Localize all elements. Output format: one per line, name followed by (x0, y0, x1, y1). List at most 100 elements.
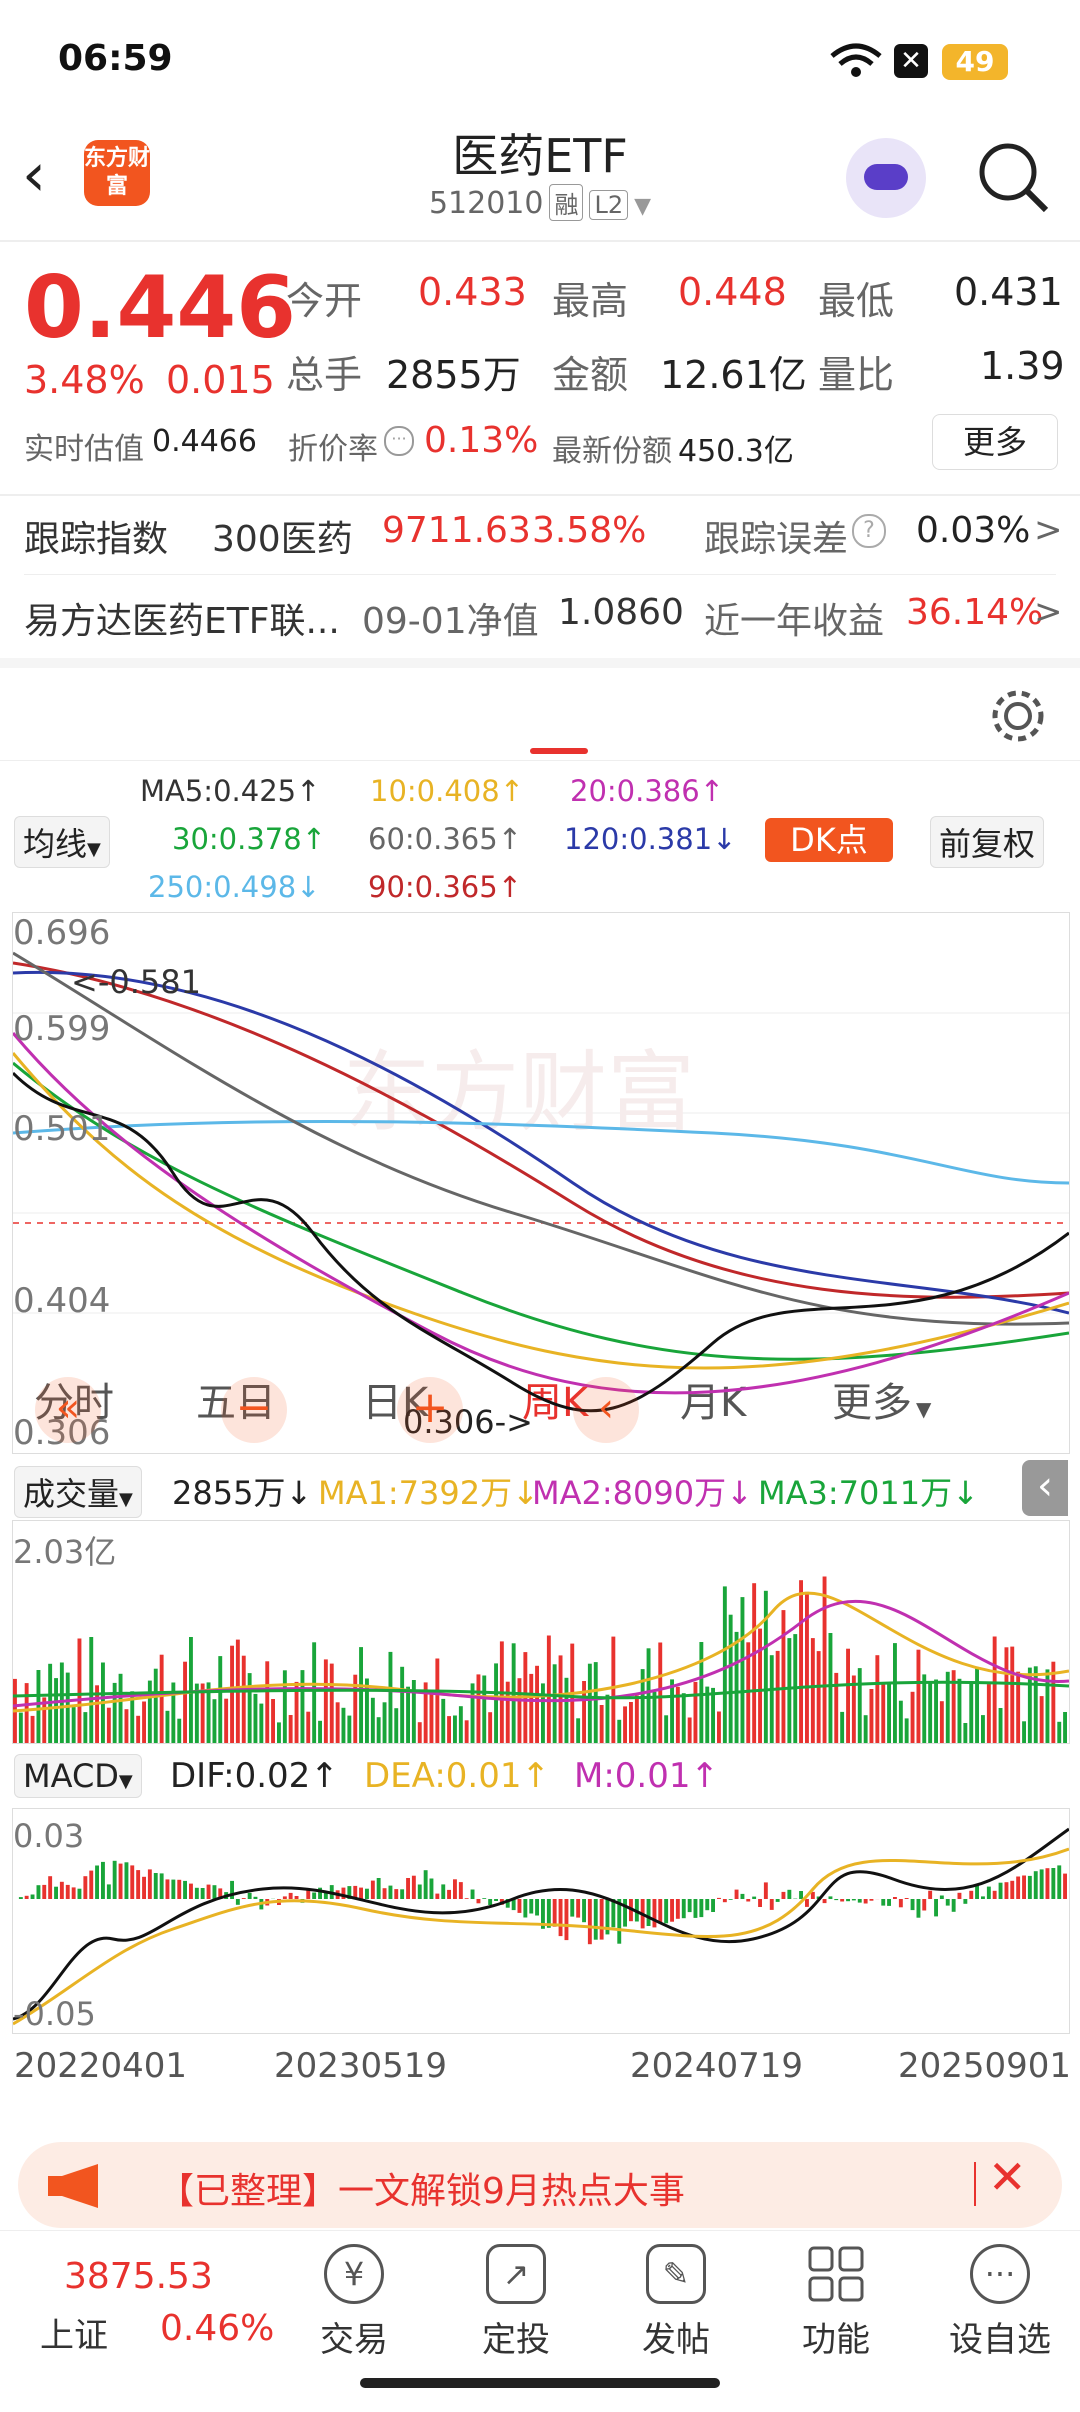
dropdown-icon: ▼ (118, 1771, 133, 1792)
macd-dea: DEA:0.01↑ (364, 1756, 550, 1796)
functions-button[interactable]: 功能 (776, 2244, 896, 2361)
volume-bar (869, 1689, 874, 1743)
header-divider (0, 240, 1080, 242)
volume-bar (717, 1711, 721, 1743)
volume-bar (916, 1649, 921, 1743)
trade-label: 交易 (320, 2320, 388, 2360)
macd-bar (664, 1899, 669, 1924)
macd-bar (189, 1883, 193, 1899)
previous-icon[interactable]: ‹ (573, 1377, 639, 1443)
zoom-out-icon[interactable]: − (221, 1377, 287, 1443)
volume-bar (1022, 1721, 1026, 1743)
macd-bar (306, 1889, 311, 1899)
macd-bar (740, 1893, 745, 1899)
macd-bar (910, 1899, 915, 1911)
macd-bar (576, 1899, 581, 1918)
macd-bar (488, 1899, 493, 1905)
macd-bar (89, 1870, 94, 1899)
dk-point-button[interactable]: DK点 (765, 818, 893, 862)
volume-bar (277, 1722, 281, 1743)
volume-bar (875, 1655, 880, 1743)
macd-bar (382, 1888, 387, 1899)
volume-bar (147, 1680, 152, 1743)
banner-text[interactable]: 【已整理】一文解锁9月热点大事 (158, 2162, 685, 2214)
invest-plan-button[interactable]: ↗ 定投 (456, 2244, 576, 2361)
volume-bar (593, 1662, 598, 1743)
macd-bar (470, 1889, 475, 1899)
macd-bar (699, 1899, 704, 1918)
section-gap (0, 658, 1080, 668)
volume-selector[interactable]: 成交量▼ (14, 1466, 142, 1518)
post-button[interactable]: ✎ 发帖 (616, 2244, 736, 2361)
macd-bar (458, 1882, 463, 1899)
volume-bar (347, 1715, 352, 1743)
news-banner[interactable]: 【已整理】一文解锁9月热点大事 ✕ (18, 2142, 1062, 2228)
dropdown-icon: ▼ (87, 839, 101, 860)
volume-bar (857, 1668, 862, 1743)
zoom-in-icon[interactable]: + (397, 1377, 463, 1443)
macd-bar (587, 1899, 592, 1945)
volume-bar (458, 1706, 463, 1743)
macd-bar (846, 1899, 850, 1902)
volume-bar (400, 1666, 405, 1743)
volume-bar (271, 1699, 275, 1743)
ma30-legend: 30:0.378↑ (172, 822, 326, 856)
gear-icon[interactable] (988, 686, 1048, 746)
info-icon[interactable]: ··· (384, 426, 414, 456)
track-index-name[interactable]: 300医药 (212, 510, 353, 562)
scroll-left-icon[interactable]: « (35, 1377, 101, 1443)
search-icon[interactable] (976, 140, 1050, 214)
macd-bar (411, 1875, 416, 1899)
macd-bar (969, 1890, 974, 1899)
volume-bar (840, 1711, 845, 1743)
kline-chart[interactable]: 东方财富 <-0.581 0.306-> 0.696 0.599 0.501 0… (11, 912, 1070, 1454)
help-icon[interactable]: ? (852, 514, 886, 548)
volume-bar (693, 1681, 698, 1743)
volume-bar (863, 1715, 868, 1743)
assistant-avatar[interactable] (846, 138, 926, 218)
volume-bar (904, 1718, 909, 1743)
volume-bar (24, 1683, 29, 1743)
high-value: 0.448 (678, 270, 787, 314)
macd-bar (112, 1860, 117, 1899)
volume-chart[interactable]: 2.03亿 (12, 1520, 1070, 1744)
chevron-right-icon[interactable]: > (1034, 510, 1063, 550)
volume-ma1: MA1:7392万↓ (318, 1474, 539, 1512)
macd-bar (928, 1890, 933, 1899)
linked-fund-name[interactable]: 易方达医药ETF联... (24, 592, 340, 644)
volume-bar (359, 1647, 363, 1743)
ma-selector[interactable]: 均线▼ (14, 816, 110, 868)
more-dots-icon: ··· (970, 2244, 1030, 2304)
stock-code: 512010 (428, 186, 544, 221)
macd-bar (288, 1892, 293, 1899)
megaphone-icon (48, 2164, 98, 2208)
close-icon[interactable]: ✕ (988, 2150, 1027, 2204)
macd-bar (294, 1896, 299, 1899)
notification-icon: ✕ (894, 44, 928, 78)
volume-bar (740, 1597, 745, 1743)
amount-value: 12.61亿 (660, 353, 807, 397)
chevron-right-icon[interactable]: > (1034, 592, 1063, 632)
macd-chart[interactable]: 0.03 -0.05 (12, 1808, 1070, 2034)
macd-bar (394, 1889, 399, 1899)
macd-bar (693, 1899, 698, 1918)
add-watchlist-button[interactable]: ··· 设自选 (940, 2244, 1060, 2361)
macd-bar (893, 1897, 897, 1899)
level2-tag: L2 (589, 190, 629, 220)
macd-selector[interactable]: MACD▼ (14, 1754, 142, 1798)
macd-bar (453, 1879, 457, 1899)
macd-bar (611, 1899, 616, 1928)
x-date-2: 20240719 (630, 2046, 804, 2086)
trade-button[interactable]: ¥ 交易 (294, 2244, 414, 2361)
ma10-legend: 10:0.408↑ (370, 774, 524, 808)
macd-bar (388, 1885, 393, 1899)
yen-icon: ¥ (324, 2244, 384, 2304)
collapse-panel-icon[interactable]: ‹ (1022, 1460, 1068, 1516)
more-button[interactable]: 更多 (932, 414, 1058, 470)
index-value[interactable]: 3875.53 (64, 2256, 213, 2297)
open-value: 0.433 (418, 270, 527, 314)
volume-bar (142, 1701, 146, 1743)
volume-bar (986, 1684, 991, 1743)
adjust-button[interactable]: 前复权 (930, 816, 1045, 868)
index-name[interactable]: 上证 (40, 2308, 108, 2357)
